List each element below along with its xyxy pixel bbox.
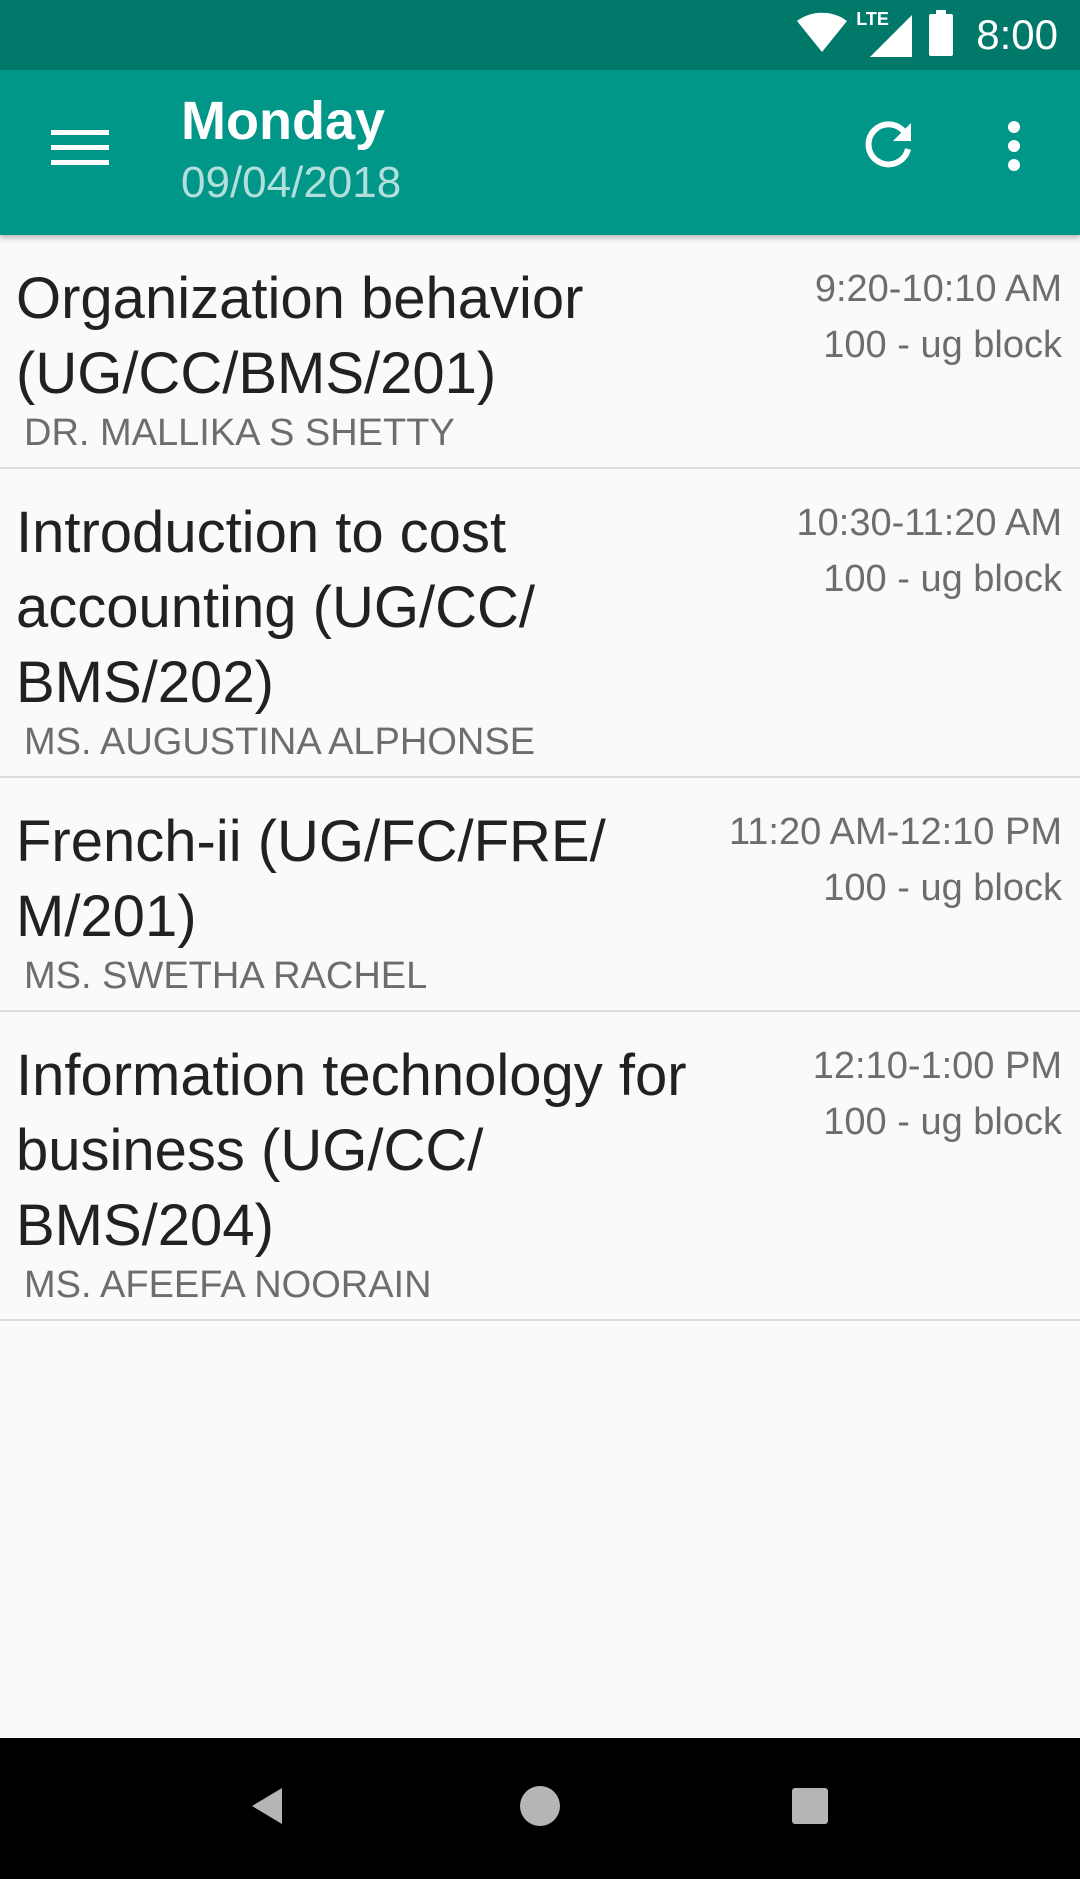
class-time: 10:30-11:20 AM (796, 502, 1062, 544)
wifi-icon (796, 12, 848, 59)
lte-signal-icon: LTE (856, 9, 914, 59)
network-type-label: LTE (856, 9, 889, 29)
back-button[interactable] (238, 1778, 298, 1838)
navigation-bar (0, 1738, 1080, 1879)
recents-icon (788, 1784, 832, 1833)
class-room: 100 - ug block (823, 324, 1062, 366)
back-icon (246, 1784, 290, 1833)
battery-icon (928, 9, 954, 61)
class-meta: 11:20 AM-12:10 PM 100 - ug block (729, 804, 1062, 916)
class-time: 11:20 AM-12:10 PM (728, 811, 1062, 853)
app-bar: Monday 09/04/2018 (0, 70, 1080, 235)
page-title: Monday (181, 91, 386, 151)
more-vert-icon (1006, 120, 1022, 177)
refresh-icon (861, 119, 915, 178)
list-item[interactable]: Introduction to cost accounting (UG/CC/ … (0, 469, 1080, 778)
class-time: 9:20-10:10 AM (814, 268, 1062, 310)
home-button[interactable] (510, 1778, 570, 1838)
refresh-button[interactable] (852, 112, 924, 184)
list-item-row: Information technology for business (UG/… (16, 1038, 1062, 1263)
course-title: Organization behavior (UG/CC/BMS/201) (16, 266, 584, 406)
status-bar: LTE 8:00 (0, 0, 1080, 70)
course-title: French-ii (UG/FC/FRE/ M/201) (16, 809, 606, 949)
class-time: 12:10-1:00 PM (812, 1045, 1062, 1087)
course-title: Introduction to cost accounting (UG/CC/ … (16, 500, 535, 715)
status-time: 8:00 (976, 11, 1058, 58)
more-options-button[interactable] (978, 112, 1050, 184)
list-item-row: Introduction to cost accounting (UG/CC/ … (16, 495, 1062, 720)
class-meta: 9:20-10:10 AM 100 - ug block (815, 261, 1062, 373)
class-room: 100 - ug block (823, 1101, 1062, 1143)
title-block: Monday 09/04/2018 (181, 91, 402, 208)
date-subtitle: 09/04/2018 (181, 158, 402, 208)
class-meta: 10:30-11:20 AM 100 - ug block (797, 495, 1062, 607)
instructor-name: MS. SWETHA RACHEL (24, 955, 428, 997)
instructor-name: DR. MALLIKA S SHETTY (24, 412, 455, 454)
course-title: Information technology for business (UG/… (16, 1043, 687, 1258)
class-room: 100 - ug block (823, 558, 1062, 600)
instructor-name: MS. AFEEFA NOORAIN (24, 1264, 432, 1306)
status-icons: LTE 8:00 (796, 9, 1058, 61)
home-icon (518, 1784, 562, 1833)
list-item-row: French-ii (UG/FC/FRE/ M/201) 11:20 AM-12… (16, 804, 1062, 954)
menu-icon (51, 128, 109, 173)
recents-button[interactable] (780, 1778, 840, 1838)
instructor-name: MS. AUGUSTINA ALPHONSE (24, 721, 536, 763)
list-item[interactable]: French-ii (UG/FC/FRE/ M/201) 11:20 AM-12… (0, 778, 1080, 1012)
list-item[interactable]: Information technology for business (UG/… (0, 1012, 1080, 1321)
menu-button[interactable] (40, 115, 120, 185)
list-item[interactable]: Organization behavior (UG/CC/BMS/201) 9:… (0, 235, 1080, 469)
class-list: Organization behavior (UG/CC/BMS/201) 9:… (0, 235, 1080, 1321)
timetable-screen: LTE 8:00 Monday 09/04/2018 Organization … (0, 0, 1080, 1879)
class-room: 100 - ug block (823, 867, 1062, 909)
class-meta: 12:10-1:00 PM 100 - ug block (813, 1038, 1062, 1150)
list-item-row: Organization behavior (UG/CC/BMS/201) 9:… (16, 261, 1062, 411)
